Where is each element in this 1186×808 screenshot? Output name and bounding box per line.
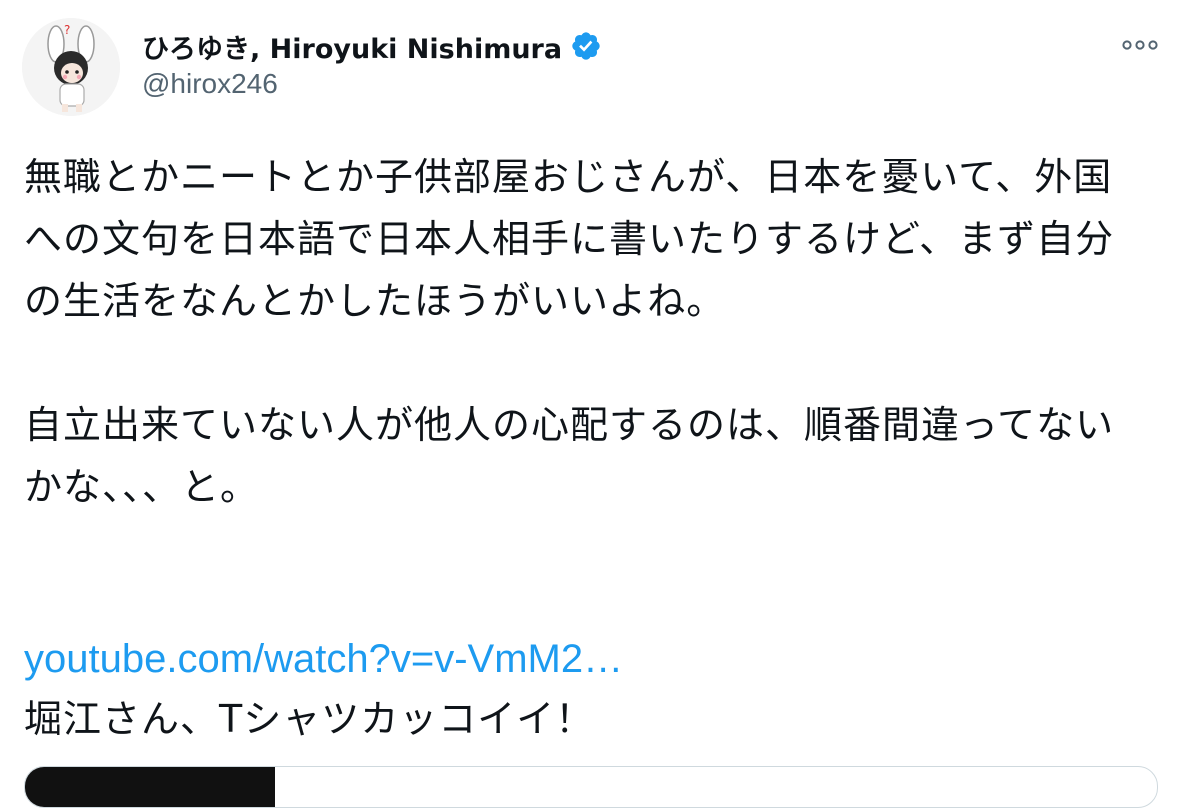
author-info: ひろゆき, Hiroyuki Nishimura @hirox246 — [142, 26, 602, 100]
youtube-link[interactable]: youtube.com/watch?v=v-VmM2… — [24, 630, 623, 688]
tweet-text: 無職とかニートとか子供部屋おじさんが、日本を憂いて、外国への文句を日本語で日本人… — [24, 146, 1144, 518]
tweet-paragraph: 自立出来ていない人が他人の心配するのは、順番間違ってないかな、、、と。 — [24, 403, 1115, 509]
display-name-row: ひろゆき, Hiroyuki Nishimura — [142, 26, 602, 66]
link-preview-thumbnail — [25, 767, 275, 807]
tweet-trailing-text: 堀江さん、Tシャツカッコイイ！ — [24, 697, 595, 741]
more-options-icon[interactable] — [1118, 30, 1162, 60]
user-handle[interactable]: @hirox246 — [142, 68, 602, 100]
tweet-paragraph: 無職とかニートとか子供部屋おじさんが、日本を憂いて、外国への文句を日本語で日本人… — [24, 155, 1115, 323]
tweet: ? ひろゆき, Hiroyuki Nishimura @hirox246 無職と… — [0, 0, 1186, 808]
display-name[interactable]: ひろゆき, Hiroyuki Nishimura — [142, 27, 562, 66]
verified-badge-icon — [572, 32, 600, 60]
link-preview-card[interactable] — [24, 766, 1158, 808]
svg-text:?: ? — [64, 23, 70, 37]
avatar[interactable]: ? — [22, 18, 120, 116]
